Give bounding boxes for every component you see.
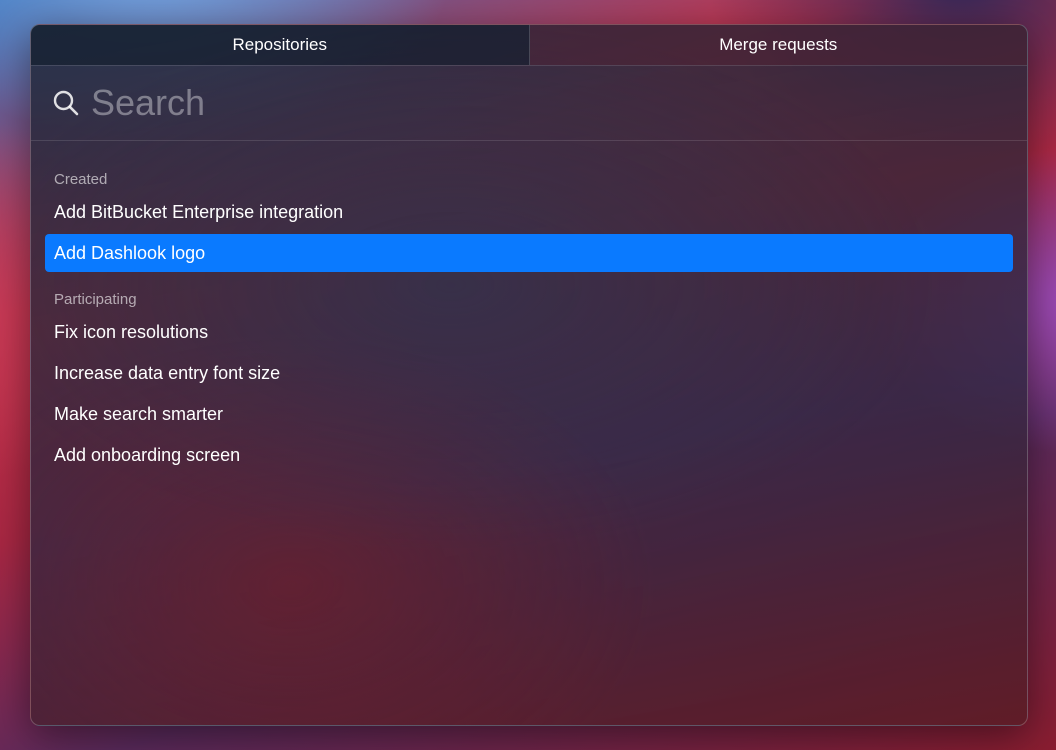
search-icon [51,88,81,118]
list-item[interactable]: Add onboarding screen [45,436,1013,474]
list-item[interactable]: Fix icon resolutions [45,313,1013,351]
tab-repositories[interactable]: Repositories [31,25,530,65]
section-label-participating: Participating [54,291,137,308]
list-item[interactable]: Add BitBucket Enterprise integration [45,193,1013,231]
merge-requests-popover: Repositories Merge requests Created Add … [30,24,1028,726]
list-item[interactable]: Increase data entry font size [45,354,1013,392]
merge-request-list: Created Add BitBucket Enterprise integra… [31,141,1027,474]
tab-merge-requests[interactable]: Merge requests [529,25,1027,65]
search-input[interactable] [91,82,1027,124]
section-label-created: Created [54,171,108,188]
list-item-selected[interactable]: Add Dashlook logo [45,234,1013,272]
list-item[interactable]: Make search smarter [45,395,1013,433]
search-bar [31,66,1027,141]
tab-bar: Repositories Merge requests [31,25,1027,66]
